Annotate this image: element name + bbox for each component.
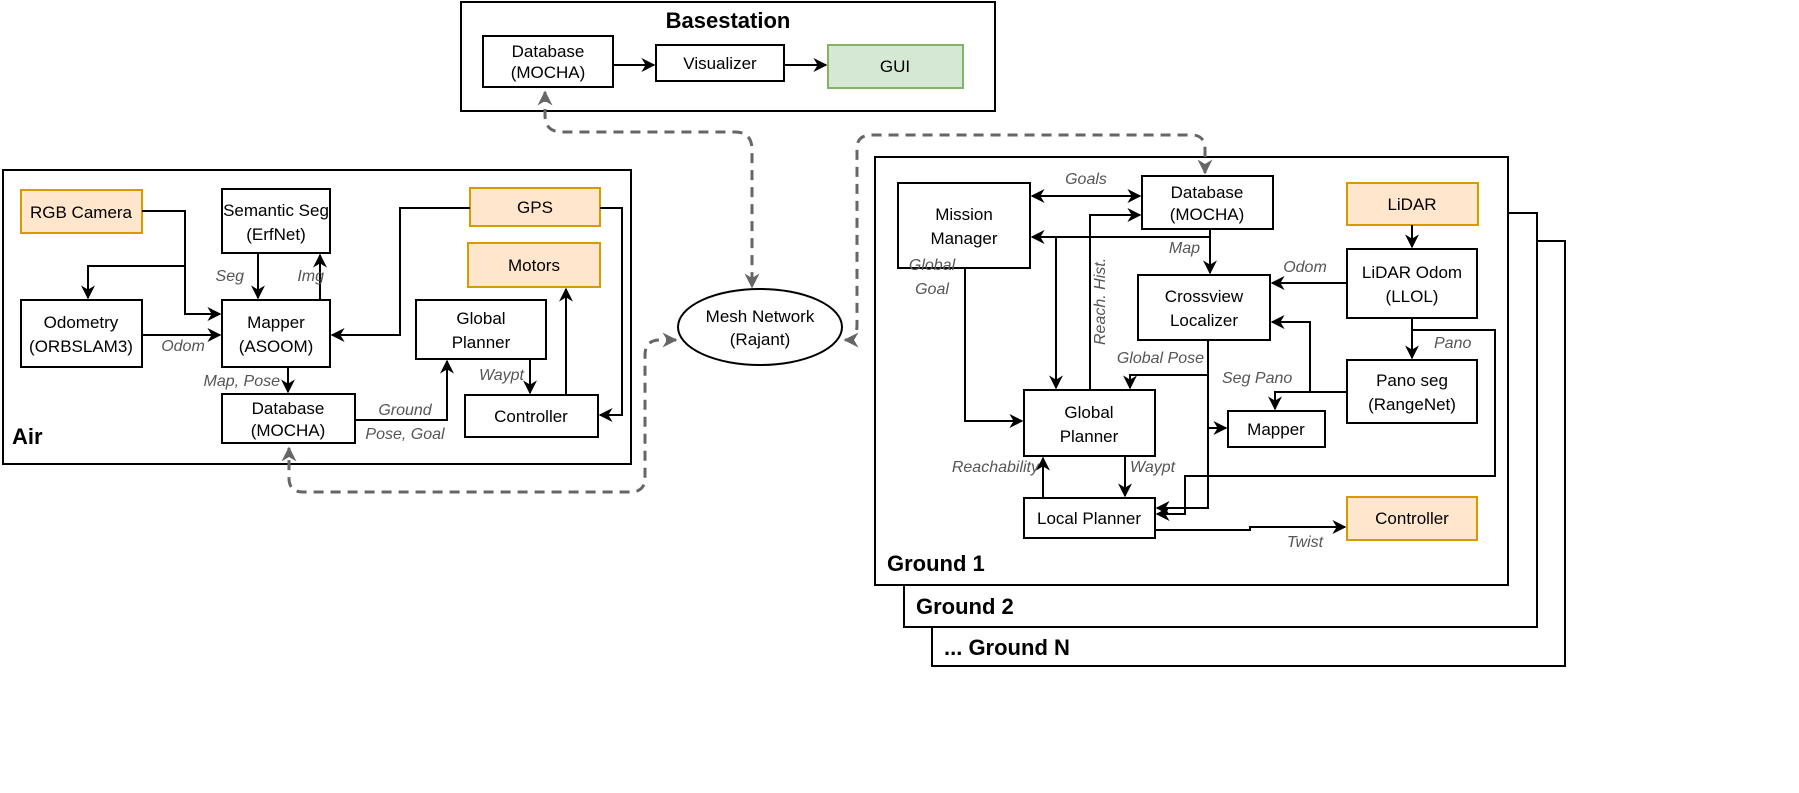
crossview-label: Crossview xyxy=(1165,287,1244,306)
air-title: Air xyxy=(12,424,43,449)
basestation-title: Basestation xyxy=(666,8,791,33)
air-controller-label: Controller xyxy=(494,407,568,426)
ground-n-title: ... Ground N xyxy=(944,635,1070,660)
semantic-seg-label: Semantic Seg xyxy=(223,201,329,220)
label-reach-hist: Reach. Hist. xyxy=(1092,258,1109,345)
air-database-label: Database xyxy=(252,399,325,418)
pano-seg-sub: (RangeNet) xyxy=(1368,395,1456,414)
ground-global-planner-label: Global xyxy=(1064,403,1113,422)
label-waypt-air: Waypt xyxy=(479,367,525,384)
ground-database-label: Database xyxy=(1171,183,1244,202)
mission-manager-sub: Manager xyxy=(930,229,997,248)
basestation-database-sub: (MOCHA) xyxy=(511,63,586,82)
odometry-sub: (ORBSLAM3) xyxy=(29,337,133,356)
lidar-odom-label: LiDAR Odom xyxy=(1362,263,1462,282)
ground-database-sub: (MOCHA) xyxy=(1170,205,1245,224)
label-global-goal: Global xyxy=(909,257,956,274)
label-img: Img xyxy=(297,268,324,285)
system-diagram: Basestation Database (MOCHA) Visualizer … xyxy=(2,1,1566,667)
label-pano: Pano xyxy=(1434,335,1471,352)
crossview-localizer-box xyxy=(1137,274,1271,341)
motors-label: Motors xyxy=(508,256,560,275)
ground-1-title: Ground 1 xyxy=(887,551,985,576)
lidar-label: LiDAR xyxy=(1387,195,1436,214)
mission-manager-box xyxy=(897,182,1031,269)
air-global-planner-label: Global xyxy=(456,309,505,328)
mission-manager-label: Mission xyxy=(935,205,993,224)
label-seg: Seg xyxy=(216,268,245,285)
semantic-seg-sub: (ErfNet) xyxy=(246,225,306,244)
pano-seg-label: Pano seg xyxy=(1376,371,1448,390)
mesh-network-node xyxy=(677,288,843,366)
local-planner-label: Local Planner xyxy=(1037,509,1141,528)
label-waypt-ground: Waypt xyxy=(1130,459,1176,476)
rgb-camera-label: RGB Camera xyxy=(30,203,133,222)
basestation-group: Basestation Database (MOCHA) Visualizer … xyxy=(460,1,996,112)
lidar-odom-box xyxy=(1346,248,1478,319)
air-mapper-box xyxy=(221,299,331,368)
label-twist: Twist xyxy=(1287,534,1324,551)
ground-global-planner-box xyxy=(1023,389,1156,457)
ground-controller-label: Controller xyxy=(1375,509,1449,528)
lidar-odom-sub: (LLOL) xyxy=(1386,287,1439,306)
label-seg-pano: Seg Pano xyxy=(1222,370,1292,387)
label-odom-ground: Odom xyxy=(1283,259,1327,276)
label-map-pose: Map, Pose xyxy=(204,373,281,390)
label-goals: Goals xyxy=(1065,171,1107,188)
ground-mapper-label: Mapper xyxy=(1247,420,1305,439)
ground-global-planner-sub: Planner xyxy=(1060,427,1119,446)
air-global-planner-sub: Planner xyxy=(452,333,511,352)
air-database-sub: (MOCHA) xyxy=(251,421,326,440)
air-group: Air RGB Camera Semantic Seg (ErfNet) GPS… xyxy=(2,169,632,465)
air-mapper-label: Mapper xyxy=(247,313,305,332)
ground-2-title: Ground 2 xyxy=(916,594,1014,619)
visualizer-label: Visualizer xyxy=(683,54,757,73)
odometry-box xyxy=(20,299,143,368)
label-map: Map xyxy=(1169,240,1200,257)
label-odom: Odom xyxy=(161,338,205,355)
label-reachability: Reachability xyxy=(952,459,1040,476)
label-global-pose: Global Pose xyxy=(1117,350,1204,367)
label-pose-goal: Pose, Goal xyxy=(365,426,445,443)
gps-label: GPS xyxy=(517,198,553,217)
mesh-network-label: Mesh Network xyxy=(706,307,815,326)
label-global-goal-2: Goal xyxy=(915,281,949,298)
crossview-sub: Localizer xyxy=(1170,311,1238,330)
air-mapper-sub: (ASOOM) xyxy=(239,337,314,356)
gui-label: GUI xyxy=(880,57,910,76)
odometry-label: Odometry xyxy=(44,313,119,332)
label-ground: Ground xyxy=(378,402,432,419)
mesh-network-sub: (Rajant) xyxy=(730,330,790,349)
basestation-database-label: Database xyxy=(512,42,585,61)
